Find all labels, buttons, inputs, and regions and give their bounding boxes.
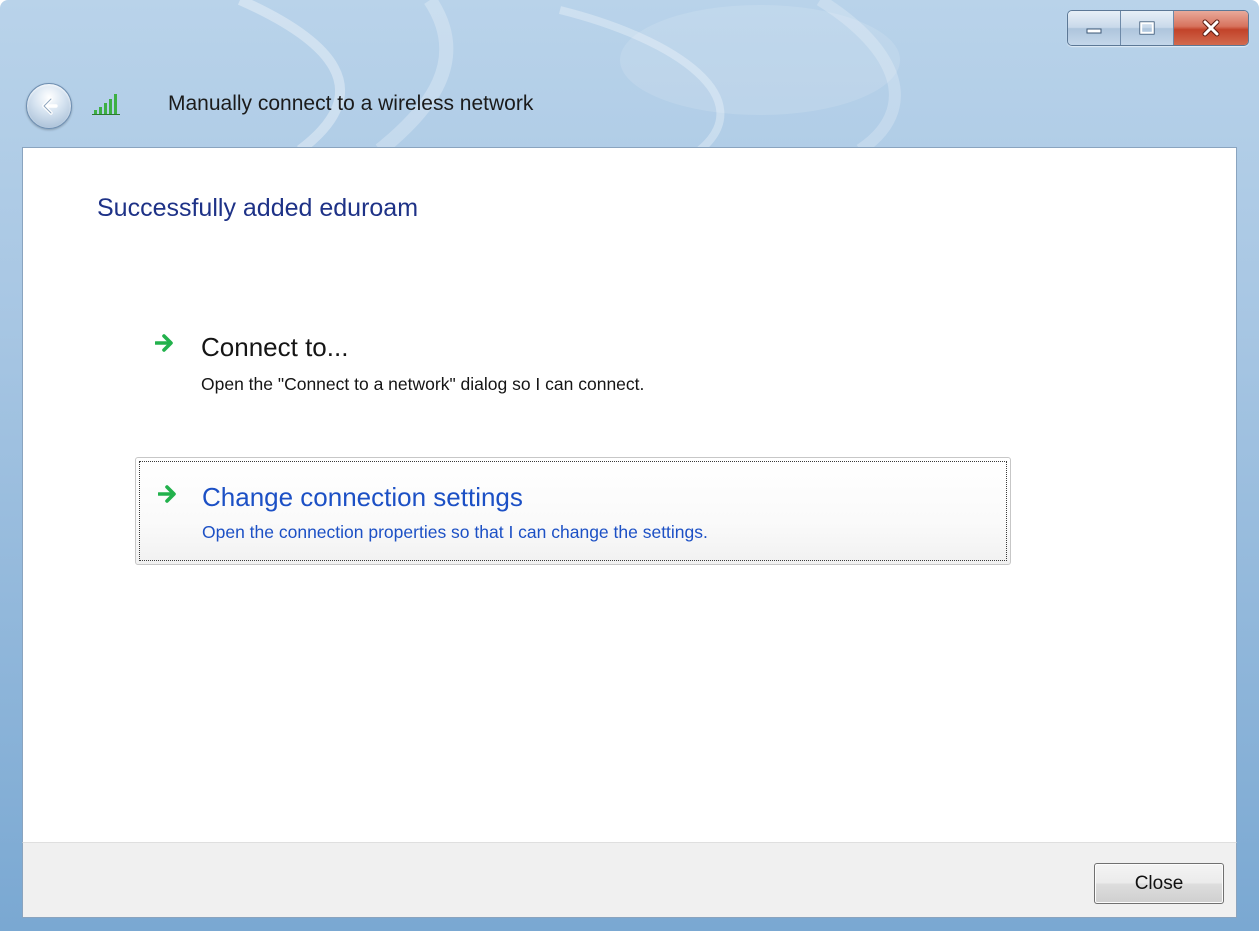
dialog-window: Manually connect to a wireless network S… (0, 0, 1259, 931)
page-heading: Successfully added eduroam (97, 194, 419, 222)
caption-buttons (1067, 10, 1249, 46)
maximize-icon (1139, 21, 1155, 35)
content-area: Successfully added eduroam Connect to...… (22, 147, 1237, 842)
minimize-button[interactable] (1068, 11, 1121, 45)
option-title: Connect to... (201, 332, 349, 362)
close-icon (1202, 19, 1220, 37)
option-description: Open the "Connect to a network" dialog s… (201, 374, 645, 394)
green-arrow-icon (158, 485, 176, 503)
maximize-button[interactable] (1121, 11, 1174, 45)
wireless-signal-icon (92, 94, 120, 115)
minimize-icon (1086, 28, 1102, 34)
title-bar: Manually connect to a wireless network (0, 0, 1259, 148)
green-arrow-icon (155, 334, 173, 352)
change-connection-settings-option[interactable]: Change connection settings Open the conn… (135, 457, 1011, 565)
back-arrow-icon (42, 97, 58, 115)
footer-bar: Close (22, 842, 1237, 918)
connect-to-option[interactable]: Connect to... Open the "Connect to a net… (137, 326, 1013, 414)
close-button[interactable]: Close (1094, 863, 1224, 904)
window-title: Manually connect to a wireless network (168, 92, 534, 115)
option-title: Change connection settings (202, 482, 523, 512)
back-button[interactable] (26, 83, 72, 129)
window-close-button[interactable] (1174, 11, 1248, 45)
option-description: Open the connection properties so that I… (202, 522, 708, 542)
